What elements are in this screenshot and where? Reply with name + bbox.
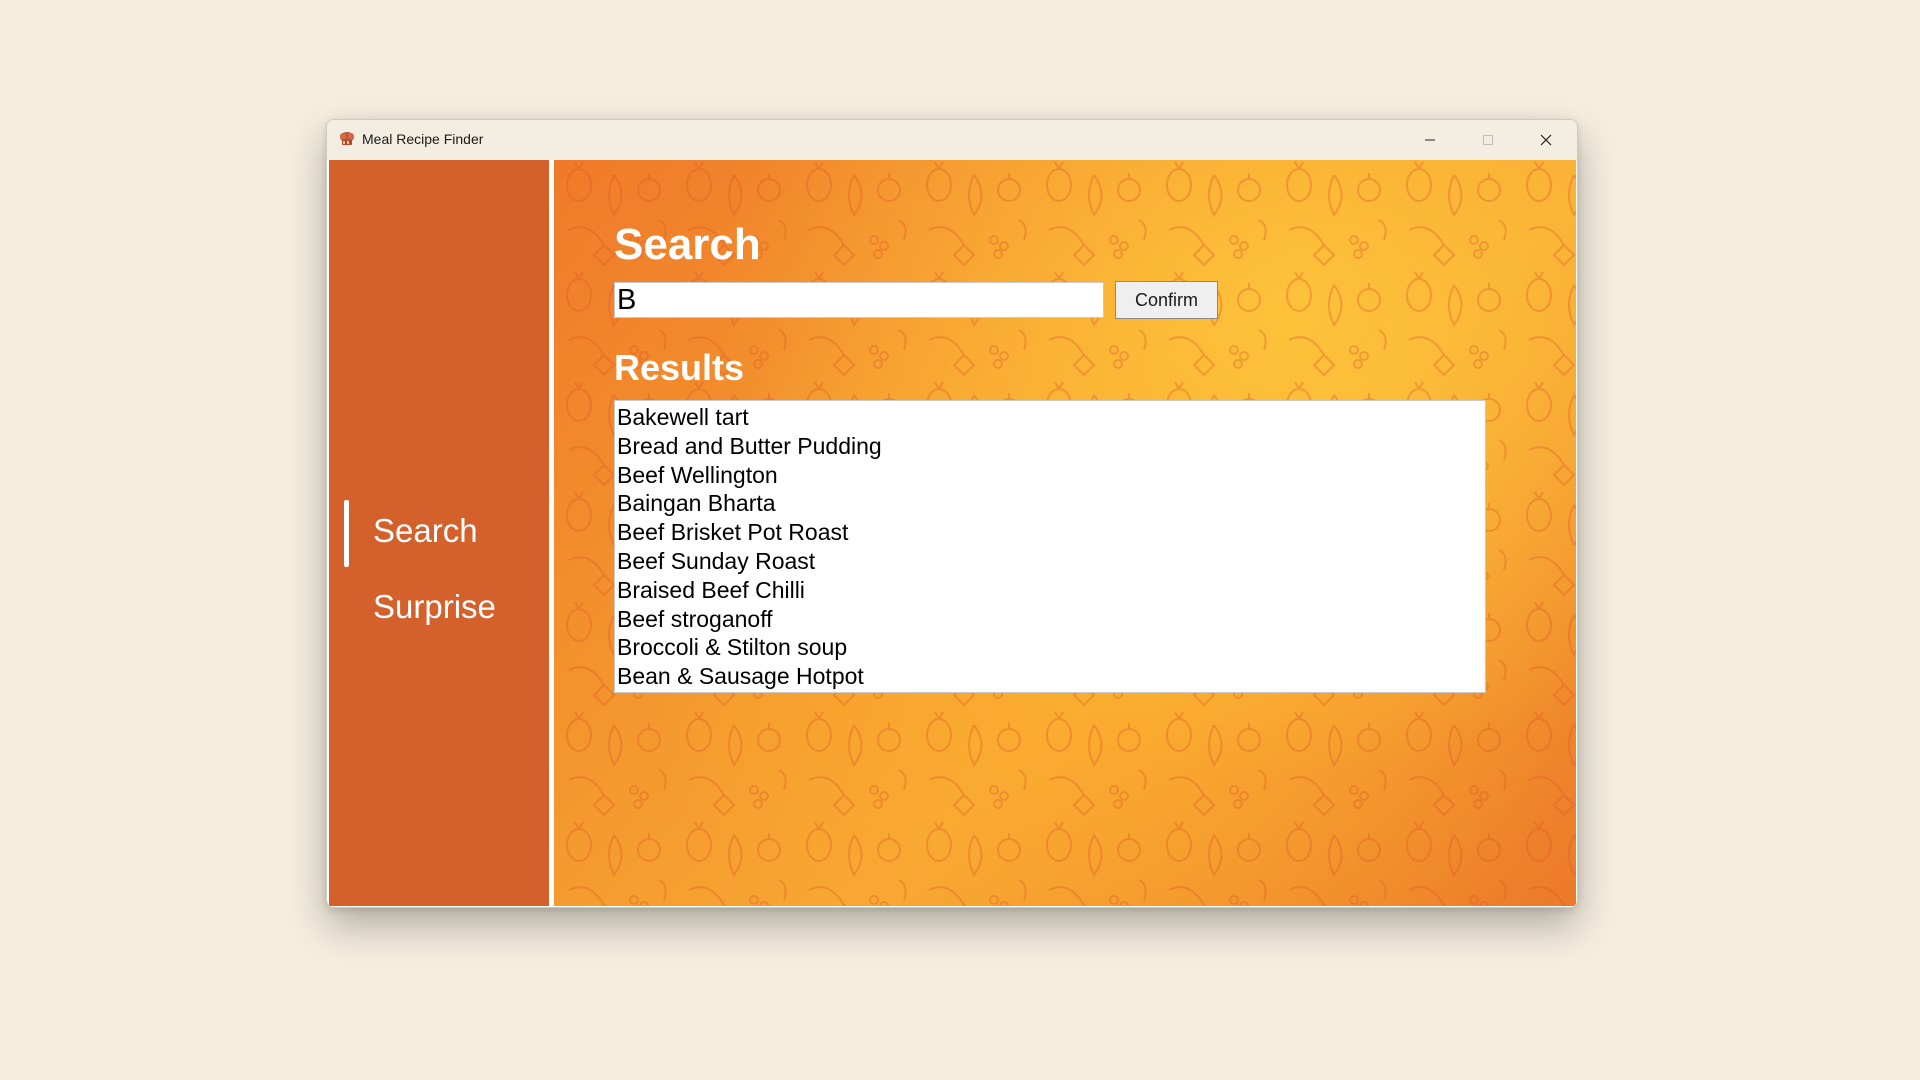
close-icon [1540, 134, 1552, 146]
active-nav-indicator [344, 500, 349, 567]
results-list[interactable]: Bakewell tart Bread and Butter Pudding B… [614, 400, 1486, 693]
results-heading: Results [614, 347, 745, 388]
list-item[interactable]: Beef stroganoff [615, 605, 1485, 634]
confirm-button[interactable]: Confirm [1115, 281, 1218, 319]
list-item[interactable]: Bread and Butter Pudding [615, 432, 1485, 461]
maximize-icon [1483, 135, 1493, 145]
list-item[interactable]: Broccoli & Stilton soup [615, 633, 1485, 662]
list-item[interactable]: Beef Sunday Roast [615, 547, 1485, 576]
main-panel: Search Confirm Results Bakewell tart Bre… [554, 160, 1576, 906]
list-item[interactable]: Braised Beef Chilli [615, 576, 1485, 605]
list-item[interactable]: Bakewell tart [615, 403, 1485, 432]
list-item[interactable]: Baingan Bharta [615, 489, 1485, 518]
search-heading: Search [614, 220, 761, 269]
maximize-button[interactable] [1459, 120, 1517, 160]
sidebar: Search Surprise [329, 160, 549, 906]
minimize-icon [1425, 139, 1435, 141]
list-item[interactable]: Bean & Sausage Hotpot [615, 662, 1485, 691]
close-button[interactable] [1517, 120, 1575, 160]
minimize-button[interactable] [1401, 120, 1459, 160]
list-item[interactable]: Beef Wellington [615, 461, 1485, 490]
title-bar[interactable]: Meal Recipe Finder [327, 120, 1577, 160]
sidebar-item-surprise[interactable]: Surprise [373, 588, 496, 626]
list-item[interactable]: Beef Brisket Pot Roast [615, 518, 1485, 547]
search-input[interactable] [614, 282, 1104, 318]
window-title: Meal Recipe Finder [362, 131, 484, 147]
sidebar-item-search[interactable]: Search [373, 512, 478, 550]
chef-hat-icon [338, 130, 356, 148]
app-window: Meal Recipe Finder Search Surprise Searc… [326, 119, 1578, 908]
